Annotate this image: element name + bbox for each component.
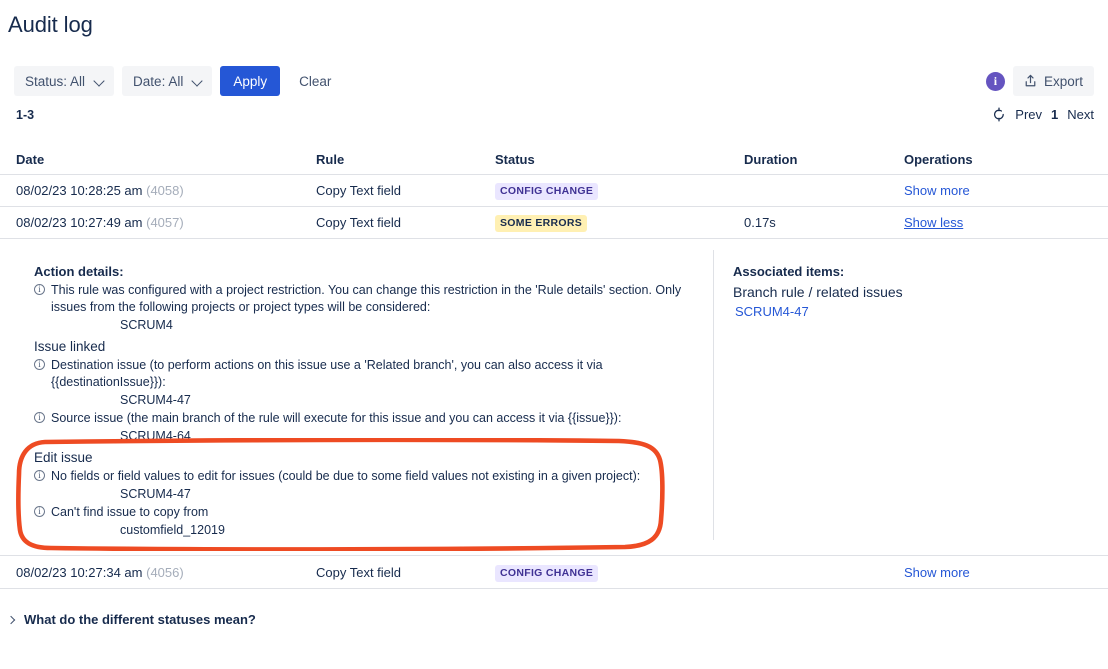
row-rule: Copy Text field [316,183,402,198]
column-header-operations: Operations [904,152,973,167]
detail-line-text: This rule was configured with a project … [51,283,682,297]
column-header-duration: Duration [744,152,798,167]
detail-line: No fields or field values to edit for is… [34,468,694,485]
table-row[interactable]: 08/02/23 10:28:25 am (4058) Copy Text fi… [0,175,1108,207]
row-log-id: (4056) [146,565,184,580]
refresh-icon[interactable] [992,107,1006,122]
row-log-id: (4057) [146,215,184,230]
row-rule: Copy Text field [316,565,402,580]
audit-log-page: Audit log Status: All Date: All Apply Cl… [0,0,1108,669]
row-duration: 0.17s [744,215,776,230]
date-filter-label: Date: All [133,73,184,89]
detail-line-text: Source issue (the main branch of the rul… [51,411,622,425]
toolbar-actions: i Export [985,66,1094,96]
info-circle-outline-icon [34,411,45,424]
show-less-link[interactable]: Show less [904,215,963,230]
info-circle-outline-icon [34,283,45,296]
detail-value: SCRUM4-47 [120,487,191,501]
clear-button[interactable]: Clear [288,66,342,96]
statuses-explainer-label: What do the different statuses mean? [24,612,256,627]
table-row[interactable]: 08/02/23 10:27:49 am (4057) Copy Text fi… [0,207,1108,239]
issue-linked-heading: Issue linked [34,339,106,354]
info-circle-outline-icon [34,505,45,518]
prev-page-button[interactable]: Prev [1015,107,1042,122]
detail-line-continuation: issues from the following projects or pr… [51,300,431,314]
apply-button[interactable]: Apply [220,66,281,96]
info-circle-outline-icon [34,469,45,482]
next-page-button[interactable]: Next [1067,107,1094,122]
column-header-rule: Rule [316,152,345,167]
detail-value: SCRUM4-64 [120,429,191,443]
detail-line: Destination issue (to perform actions on… [34,357,694,374]
row-date-value: 08/02/23 10:28:25 am [16,183,143,198]
action-details-section: Action details: This rule was configured… [34,263,694,539]
chevron-down-icon [95,76,105,86]
chevron-down-icon [193,76,203,86]
detail-value: customfield_12019 [120,523,225,537]
row-date-value: 08/02/23 10:27:34 am [16,565,143,580]
statuses-explainer-expander[interactable]: What do the different statuses mean? [8,612,256,627]
upload-export-icon [1024,74,1037,88]
row-status: CONFIG CHANGE [495,564,599,582]
export-button-label: Export [1043,73,1083,89]
row-date: 08/02/23 10:27:49 am (4057) [16,215,184,230]
associated-items-section: Associated items: Branch rule / related … [733,263,1073,321]
row-status: SOME ERRORS [495,214,588,232]
result-count: 1-3 [16,108,35,122]
show-more-link[interactable]: Show more [904,565,970,580]
associated-items-heading: Associated items: [733,264,845,279]
column-header-date: Date [16,152,45,167]
column-header-status: Status [495,152,535,167]
detail-line-continuation: {{destinationIssue}}): [51,375,166,389]
table-header-row: Date Rule Status Duration Operations [0,145,1108,175]
edit-issue-heading: Edit issue [34,450,93,465]
row-date: 08/02/23 10:27:34 am (4056) [16,565,184,580]
detail-line: Can't find issue to copy from [34,504,694,521]
audit-log-table: Date Rule Status Duration Operations 08/… [0,145,1108,239]
row-rule: Copy Text field [316,215,402,230]
detail-line-text: Destination issue (to perform actions on… [51,358,603,372]
status-badge: CONFIG CHANGE [495,564,599,582]
show-more-link[interactable]: Show more [904,183,970,198]
info-circle-icon[interactable]: i [985,71,1005,91]
row-date: 08/02/23 10:28:25 am (4058) [16,183,184,198]
date-filter-dropdown[interactable]: Date: All [122,66,213,96]
chevron-right-icon [8,615,16,625]
page-title: Audit log [8,12,93,37]
row-log-id: (4058) [146,183,184,198]
pagination: Prev 1 Next [992,107,1094,122]
row-date-value: 08/02/23 10:27:49 am [16,215,143,230]
detail-value: SCRUM4-47 [120,393,191,407]
detail-line: This rule was configured with a project … [34,282,694,299]
export-button[interactable]: Export [1012,66,1094,96]
status-badge: SOME ERRORS [495,214,588,232]
current-page-number[interactable]: 1 [1051,107,1058,122]
associated-items-subheading: Branch rule / related issues [733,284,903,300]
status-badge: CONFIG CHANGE [495,182,599,200]
info-circle-outline-icon [34,358,45,371]
status-filter-label: Status: All [25,73,86,89]
row-status: CONFIG CHANGE [495,182,599,200]
status-filter-dropdown[interactable]: Status: All [14,66,115,96]
filter-bar: Status: All Date: All Apply Clear [14,66,342,96]
associated-issue-link[interactable]: SCRUM4-47 [733,303,1073,321]
detail-line-text: Can't find issue to copy from [51,505,209,519]
detail-value: SCRUM4 [120,318,173,332]
table-row[interactable]: 08/02/23 10:27:34 am (4056) Copy Text fi… [0,557,1108,589]
expanded-detail-panel: Action details: This rule was configured… [0,239,1108,556]
panel-divider [713,250,714,540]
detail-line: Source issue (the main branch of the rul… [34,410,694,427]
action-details-heading: Action details: [34,264,124,279]
detail-line-text: No fields or field values to edit for is… [51,469,641,483]
